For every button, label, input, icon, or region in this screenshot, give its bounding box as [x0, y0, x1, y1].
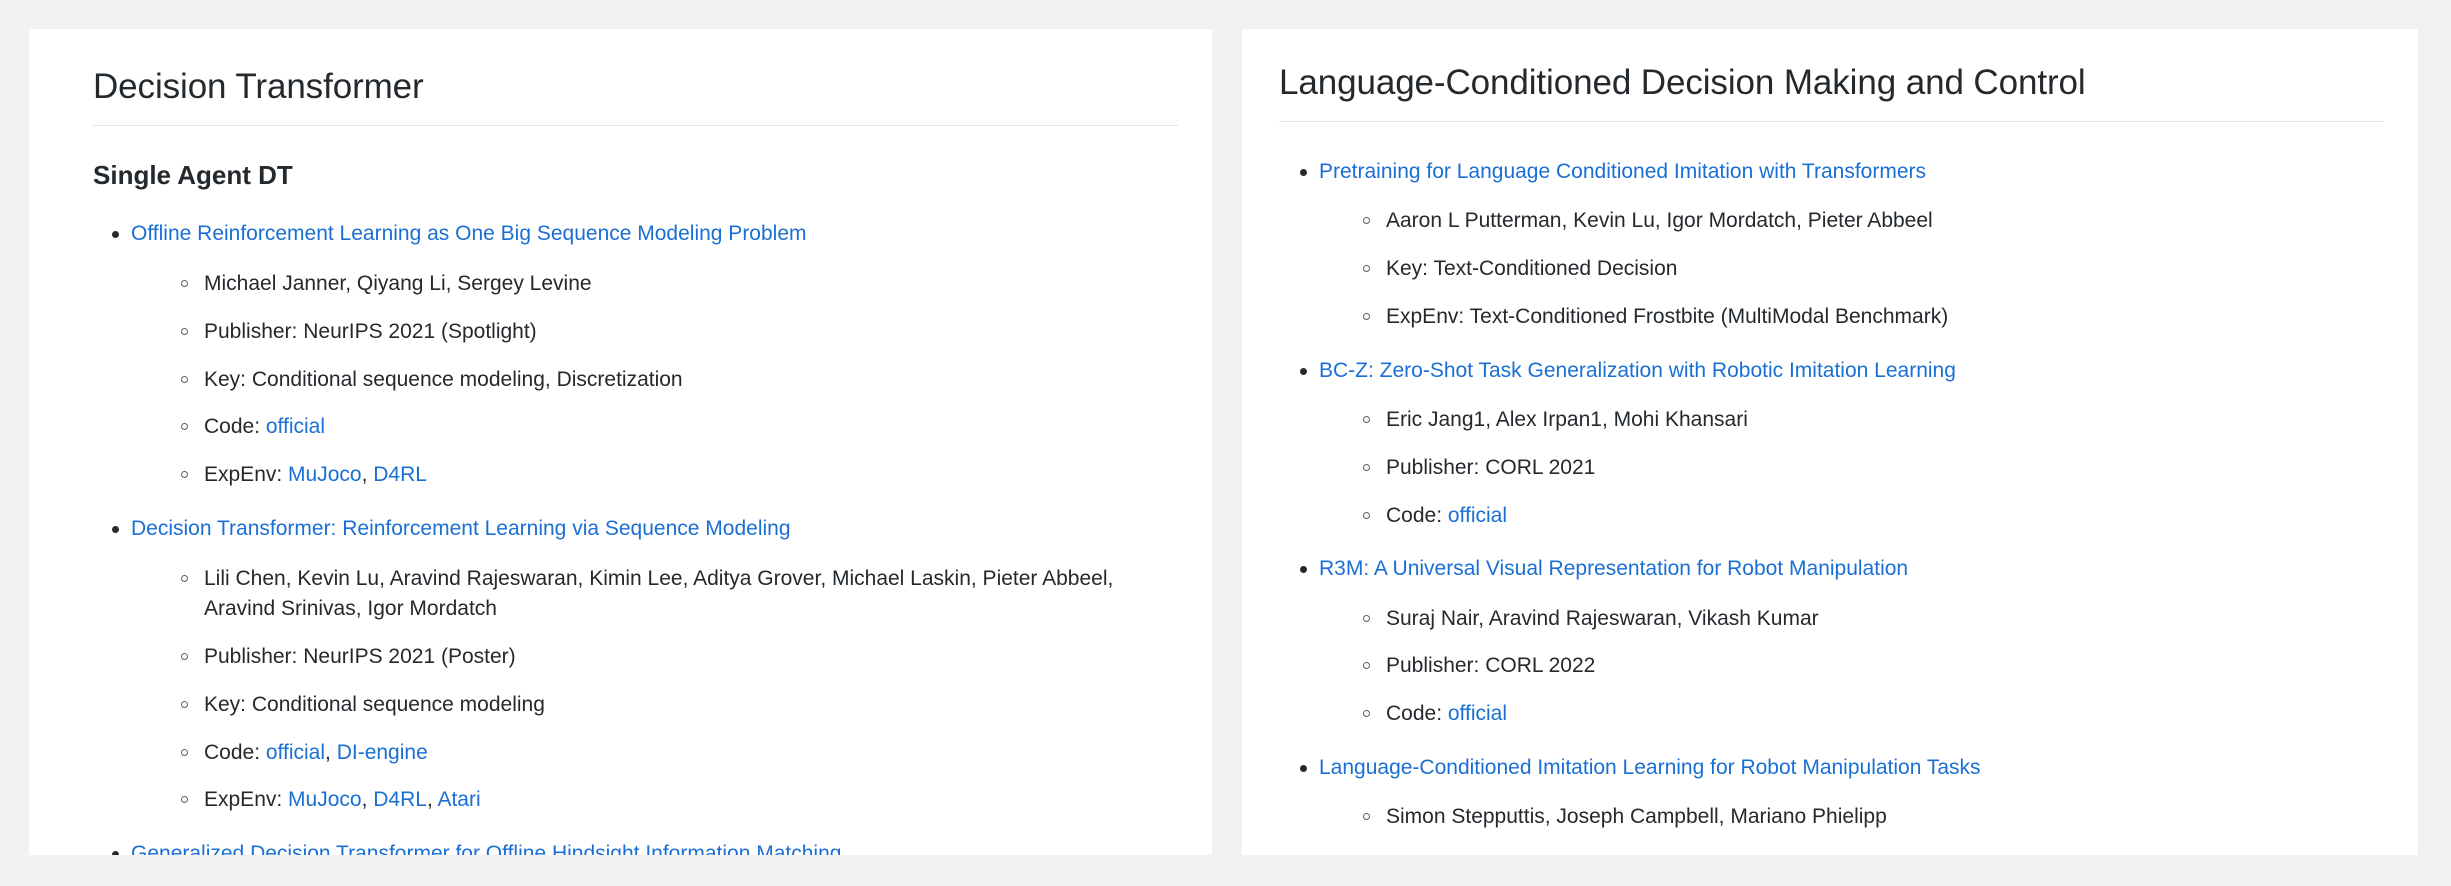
paper-detail-list: Lili Chen, Kevin Lu, Aravind Rajeswaran,… — [131, 564, 1178, 815]
detail-text: Michael Janner, Qiyang Li, Sergey Levine — [204, 272, 592, 295]
paper-detail-item: Publisher: NeurIPS 2021 (Spotlight) — [178, 317, 1178, 347]
paper-list: Offline Reinforcement Learning as One Bi… — [63, 220, 1178, 855]
detail-link[interactable]: official — [266, 741, 325, 764]
paper-detail-item: Key: Text-Conditioned Decision — [1360, 254, 2384, 284]
paper-list: Pretraining for Language Conditioned Imi… — [1276, 158, 2384, 855]
detail-label: Code: — [204, 741, 266, 764]
paper-detail-item: ExpEnv: MuJoco, D4RL, Atari — [178, 785, 1178, 815]
detail-label: Code: — [1386, 504, 1448, 527]
detail-text: Text-Conditioned Frostbite (MultiModal B… — [1470, 305, 1949, 328]
paper-detail-item: Eric Jang1, Alex Irpan1, Mohi Khansari — [1360, 405, 2384, 435]
paper-detail-item: Key: Conditional sequence modeling, Disc… — [178, 365, 1178, 395]
detail-text: CORL 2022 — [1485, 654, 1595, 677]
detail-link[interactable]: official — [266, 415, 325, 438]
paper-detail-item: Publisher: CORL 2021 — [1360, 453, 2384, 483]
detail-text: Simon Stepputtis, Joseph Campbell, Maria… — [1386, 805, 1887, 828]
detail-label: Code: — [1386, 702, 1448, 725]
detail-label: Key: — [1386, 257, 1433, 280]
paper-detail-list: Eric Jang1, Alex Irpan1, Mohi Khansari Pu… — [1319, 405, 2384, 530]
detail-text: Conditional sequence modeling, Discretiz… — [252, 368, 683, 391]
detail-separator: , — [325, 741, 337, 764]
detail-label: Key: — [204, 693, 252, 716]
detail-link[interactable]: DI-engine — [337, 741, 428, 764]
paper-item: BC-Z: Zero-Shot Task Generalization with… — [1276, 357, 2384, 531]
title-divider — [1279, 121, 2384, 122]
detail-text: Text-Conditioned Decision — [1433, 257, 1677, 280]
paper-detail-item: Publisher: NeurIPS 2020 — [1360, 850, 2384, 855]
paper-detail-item: Aaron L Putterman, Kevin Lu, Igor Mordat… — [1360, 206, 2384, 236]
paper-detail-item: Key: Conditional sequence modeling — [178, 690, 1178, 720]
detail-link[interactable]: D4RL — [373, 788, 427, 811]
detail-label: Publisher: — [204, 320, 303, 343]
paper-title-link[interactable]: Offline Reinforcement Learning as One Bi… — [131, 220, 807, 248]
paper-title-link[interactable]: BC-Z: Zero-Shot Task Generalization with… — [1319, 357, 1956, 385]
paper-title-link[interactable]: Language-Conditioned Imitation Learning … — [1319, 754, 1981, 782]
detail-label: Publisher: — [204, 645, 303, 668]
paper-detail-item: Code: official, DI-engine — [178, 738, 1178, 768]
paper-item: Generalized Decision Transformer for Off… — [63, 840, 1178, 855]
section-heading: Single Agent DT — [63, 126, 1178, 193]
paper-detail-item: Suraj Nair, Aravind Rajeswaran, Vikash K… — [1360, 604, 2384, 634]
detail-link[interactable]: official — [1448, 702, 1507, 725]
paper-detail-item: Publisher: CORL 2022 — [1360, 651, 2384, 681]
paper-item: Language-Conditioned Imitation Learning … — [1276, 754, 2384, 855]
detail-link[interactable]: official — [1448, 504, 1507, 527]
detail-label: ExpEnv: — [204, 788, 288, 811]
paper-title-link[interactable]: Decision Transformer: Reinforcement Lear… — [131, 515, 791, 543]
detail-text: Suraj Nair, Aravind Rajeswaran, Vikash K… — [1386, 607, 1819, 630]
page-title: Decision Transformer — [63, 29, 1178, 125]
paper-detail-item: Simon Stepputtis, Joseph Campbell, Maria… — [1360, 802, 2384, 832]
detail-text: CORL 2021 — [1485, 456, 1595, 479]
detail-label: Publisher: — [1386, 654, 1485, 677]
paper-detail-item: Code: official — [1360, 699, 2384, 729]
detail-separator: , — [427, 788, 438, 811]
detail-link[interactable]: D4RL — [373, 463, 427, 486]
detail-label: Key: — [204, 368, 252, 391]
page-root: Decision Transformer Single Agent DT Off… — [0, 0, 2451, 886]
detail-text: Conditional sequence modeling — [252, 693, 545, 716]
paper-item: Offline Reinforcement Learning as One Bi… — [63, 220, 1178, 490]
detail-label: ExpEnv: — [1386, 305, 1470, 328]
detail-label: Publisher: — [1386, 853, 1485, 855]
paper-item: Decision Transformer: Reinforcement Lear… — [63, 515, 1178, 815]
paper-detail-list: Michael Janner, Qiyang Li, Sergey Levine… — [131, 269, 1178, 490]
detail-label: Code: — [204, 415, 266, 438]
paper-detail-item: Code: official — [1360, 501, 2384, 531]
paper-title-link[interactable]: Pretraining for Language Conditioned Imi… — [1319, 158, 1926, 186]
paper-detail-item: Lili Chen, Kevin Lu, Aravind Rajeswaran,… — [178, 564, 1178, 624]
paper-item: Pretraining for Language Conditioned Imi… — [1276, 158, 2384, 332]
panel-language-conditioned: Language-Conditioned Decision Making and… — [1242, 29, 2418, 855]
detail-link[interactable]: MuJoco — [288, 463, 362, 486]
paper-detail-list: Suraj Nair, Aravind Rajeswaran, Vikash K… — [1319, 604, 2384, 729]
detail-label: ExpEnv: — [204, 463, 288, 486]
paper-detail-list: Simon Stepputtis, Joseph Campbell, Maria… — [1319, 802, 2384, 855]
paper-detail-list: Aaron L Putterman, Kevin Lu, Igor Mordat… — [1319, 206, 2384, 331]
detail-text: NeurIPS 2021 (Poster) — [303, 645, 515, 668]
detail-link[interactable]: Atari — [437, 788, 480, 811]
paper-detail-item: Publisher: NeurIPS 2021 (Poster) — [178, 642, 1178, 672]
panel-decision-transformer: Decision Transformer Single Agent DT Off… — [29, 29, 1212, 855]
detail-text: Lili Chen, Kevin Lu, Aravind Rajeswaran,… — [204, 567, 1113, 620]
detail-text: NeurIPS 2020 — [1485, 853, 1617, 855]
paper-detail-item: Code: official — [178, 412, 1178, 442]
detail-text: NeurIPS 2021 (Spotlight) — [303, 320, 536, 343]
paper-detail-item: ExpEnv: MuJoco, D4RL — [178, 460, 1178, 490]
detail-link[interactable]: MuJoco — [288, 788, 362, 811]
detail-label: Publisher: — [1386, 456, 1485, 479]
paper-detail-item: ExpEnv: Text-Conditioned Frostbite (Mult… — [1360, 302, 2384, 332]
paper-title-link[interactable]: R3M: A Universal Visual Representation f… — [1319, 555, 1908, 583]
detail-separator: , — [362, 788, 374, 811]
paper-title-link[interactable]: Generalized Decision Transformer for Off… — [131, 840, 841, 855]
detail-text: Eric Jang1, Alex Irpan1, Mohi Khansari — [1386, 408, 1748, 431]
paper-item: R3M: A Universal Visual Representation f… — [1276, 555, 2384, 729]
paper-detail-item: Michael Janner, Qiyang Li, Sergey Levine — [178, 269, 1178, 299]
page-title: Language-Conditioned Decision Making and… — [1276, 29, 2384, 121]
detail-separator: , — [362, 463, 374, 486]
detail-text: Aaron L Putterman, Kevin Lu, Igor Mordat… — [1386, 209, 1933, 232]
